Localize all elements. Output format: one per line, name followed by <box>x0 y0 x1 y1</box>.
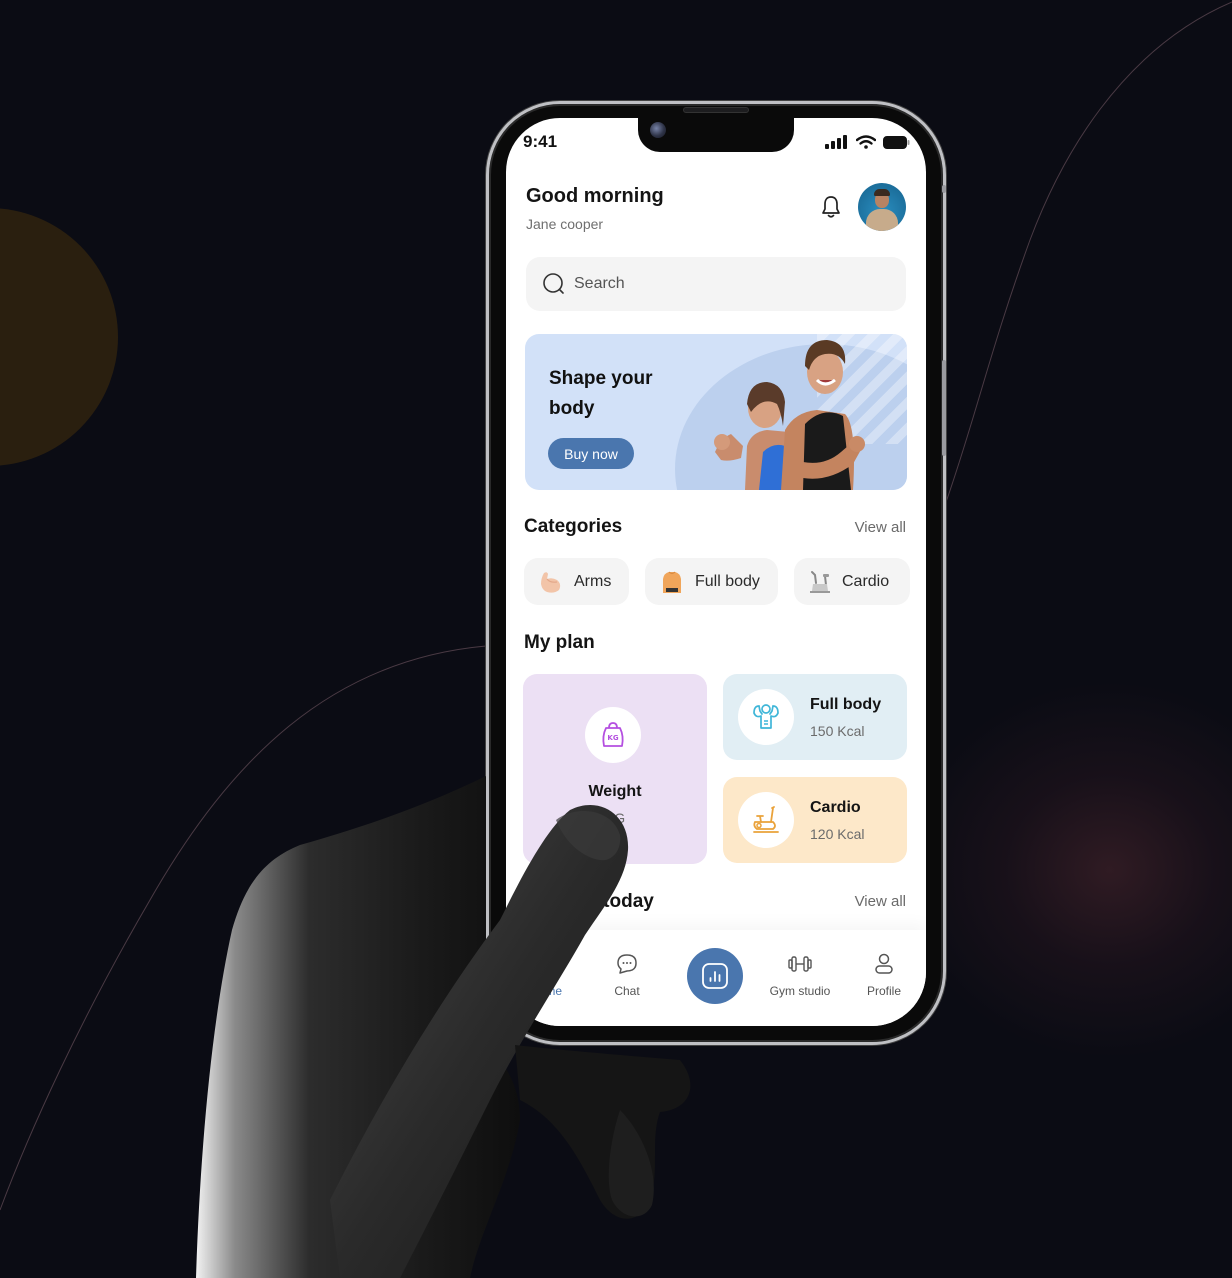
phone-side-button <box>942 185 946 193</box>
plan-card-title: Full body <box>810 696 882 713</box>
tab-gym-studio[interactable]: Gym studio <box>760 952 840 998</box>
my-plan-title: My plan <box>524 632 595 653</box>
phone-speaker <box>683 107 749 113</box>
phone-notch <box>638 118 794 152</box>
greeting-title: Good morning <box>526 185 664 207</box>
tab-label: Home <box>529 984 562 998</box>
plan-icon-circle <box>738 689 794 745</box>
status-time: 9:41 <box>523 132 558 151</box>
category-chip-full-body[interactable]: Full body <box>645 558 778 605</box>
phone-side-button <box>942 360 946 456</box>
plan-card-weight[interactable]: KG Weight KG <box>523 674 707 864</box>
tab-label: Profile <box>866 984 901 998</box>
bottom-tab-bar: Home Chat Gym studio Profile <box>506 930 926 1026</box>
front-camera <box>650 122 666 138</box>
bell-icon[interactable] <box>820 195 842 219</box>
search-icon <box>543 273 564 294</box>
banner-title: Shape your body <box>549 368 653 419</box>
tab-home[interactable]: Home <box>506 952 586 998</box>
plan-card-title: Cardio <box>810 799 861 816</box>
tab-label: Chat <box>614 984 640 998</box>
dumbbell-icon <box>788 956 812 972</box>
muscle-body-icon <box>753 704 779 729</box>
wifi-icon <box>856 135 876 149</box>
stats-chart-icon <box>702 963 728 989</box>
exercise-bike-icon <box>753 806 779 833</box>
app-screen: 9:41 Good morning Jane cooper Search Sha… <box>506 118 926 1026</box>
status-icons <box>825 135 910 149</box>
categories-view-all-link[interactable]: View all <box>855 519 906 536</box>
plan-card-title: Weight <box>588 783 642 800</box>
training-view-all-link[interactable]: View all <box>855 893 906 910</box>
plan-card-subtitle: KG <box>604 810 626 826</box>
buy-now-button[interactable]: Buy now <box>548 438 634 469</box>
search-input[interactable] <box>574 275 874 293</box>
category-label: Cardio <box>842 572 890 590</box>
category-chip-arms[interactable]: Arms <box>524 558 629 605</box>
category-label: Full body <box>695 572 760 590</box>
exercise-bike-icon <box>810 570 830 593</box>
plan-card-full-body[interactable]: Full body 150 Kcal <box>723 674 907 760</box>
avatar[interactable] <box>858 183 906 231</box>
plan-card-subtitle: 150 Kcal <box>810 723 865 739</box>
chat-bubble-icon <box>617 954 637 974</box>
svg-text:KG: KG <box>607 734 618 742</box>
home-icon <box>536 954 556 974</box>
plan-card-cardio[interactable]: Cardio 120 Kcal <box>723 777 907 863</box>
tab-label: Gym studio <box>769 984 831 998</box>
plan-icon-circle: KG <box>585 707 641 763</box>
category-chip-cardio[interactable]: Cardio <box>794 558 910 605</box>
fitness-couple-image <box>714 340 865 490</box>
plan-icon-circle <box>738 792 794 848</box>
background-curve-right <box>944 1 1232 506</box>
user-name: Jane cooper <box>526 216 604 232</box>
category-label: Arms <box>574 572 612 590</box>
kettlebell-kg-icon: KG <box>602 722 624 747</box>
stats-center-button[interactable] <box>687 948 743 1004</box>
search-bar[interactable] <box>526 257 906 311</box>
tab-chat[interactable]: Chat <box>587 952 667 998</box>
tab-profile[interactable]: Profile <box>844 952 924 998</box>
background-curve-left <box>0 645 487 1211</box>
signal-icon <box>825 135 847 149</box>
battery-icon <box>883 135 910 149</box>
plan-card-subtitle: 120 Kcal <box>810 826 865 842</box>
categories-title: Categories <box>524 516 623 537</box>
user-icon <box>875 953 893 974</box>
flexed-biceps-icon <box>541 571 561 593</box>
promo-banner[interactable]: Shape your body Buy now <box>525 334 907 490</box>
training-today-title: Training today <box>524 891 654 912</box>
torso-icon <box>663 571 681 593</box>
